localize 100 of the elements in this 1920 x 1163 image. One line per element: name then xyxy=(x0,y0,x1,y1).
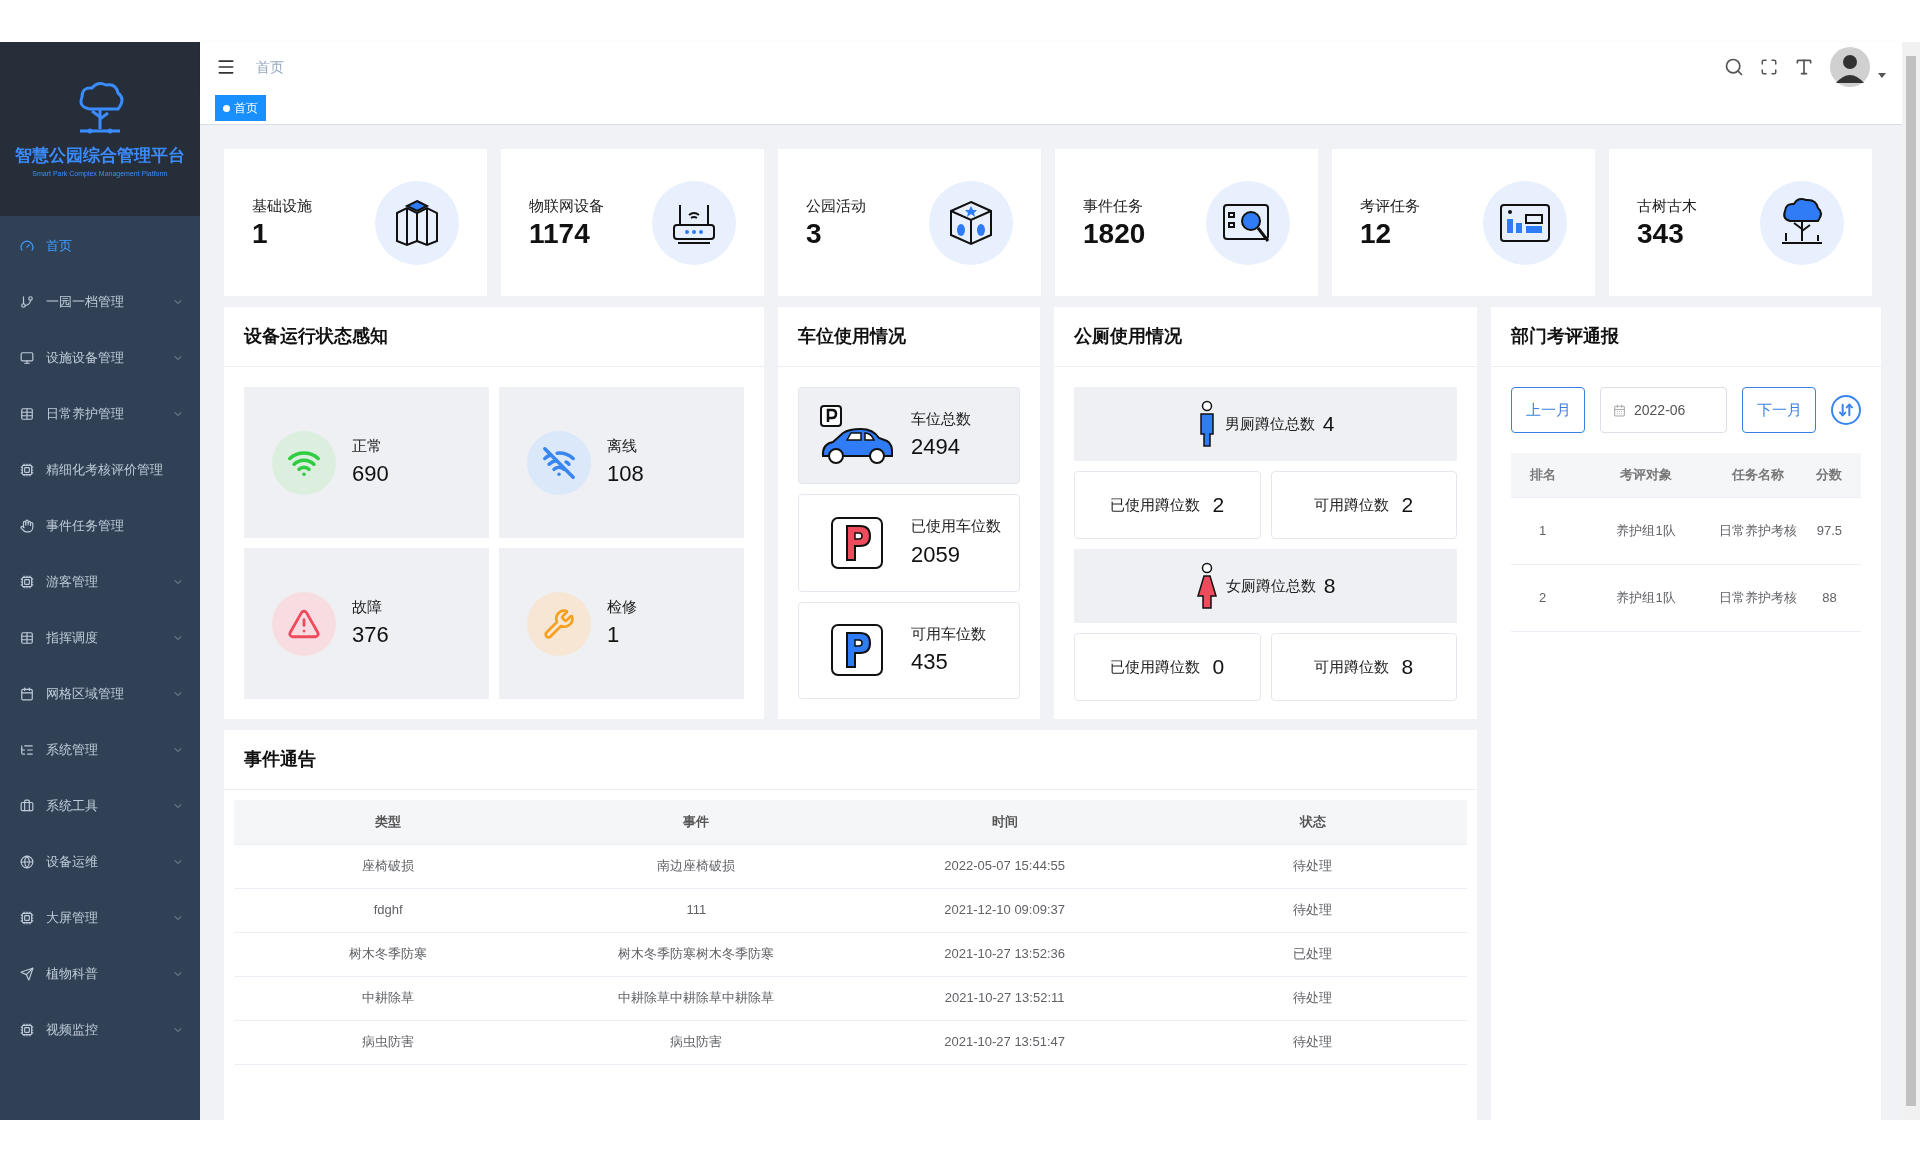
menu-item[interactable]: 视频监控 xyxy=(0,1002,200,1058)
parking-label: 已使用车位数 xyxy=(911,516,1001,537)
menu-label: 首页 xyxy=(46,237,73,256)
menu-label: 游客管理 xyxy=(46,573,99,592)
avatar-icon[interactable] xyxy=(1830,47,1870,87)
stat-value: 1820 xyxy=(1083,217,1147,250)
status-label: 正常 xyxy=(352,435,383,456)
stat-label: 基础设施 xyxy=(252,196,313,217)
table-cell: 2 xyxy=(1511,564,1575,631)
menu-label: 一园一档管理 xyxy=(46,293,125,312)
parking-value: 435 xyxy=(911,648,949,677)
sort-icon[interactable] xyxy=(1831,395,1861,425)
column-header: 分数 xyxy=(1797,453,1861,497)
panel-title: 部门考评通报 xyxy=(1511,325,1619,348)
table-cell: 中耕除草 xyxy=(234,976,543,1020)
menu-item[interactable]: 一园一档管理 xyxy=(0,274,200,330)
table-cell: fdghf xyxy=(234,888,543,932)
fullscreen-icon[interactable] xyxy=(1760,58,1778,76)
toilet-label: 男厕蹲位总数 xyxy=(1224,413,1315,434)
toilet-value: 4 xyxy=(1322,411,1335,438)
menu-item[interactable]: 首页 xyxy=(0,218,200,274)
status-value: 376 xyxy=(352,621,389,650)
parking-label: 可用车位数 xyxy=(911,623,986,644)
table-cell: 日常养护考核 xyxy=(1717,497,1798,564)
font-size-icon[interactable] xyxy=(1794,57,1814,77)
column-header: 排名 xyxy=(1511,453,1575,497)
menu-item[interactable]: 植物科普 xyxy=(0,946,200,1002)
table-cell: 1 xyxy=(1511,497,1575,564)
table-cell: 南边座椅破损 xyxy=(542,844,851,888)
toilet-label: 已使用蹲位数 xyxy=(1110,656,1201,677)
wifi-off-icon xyxy=(542,445,576,480)
stat-value: 1 xyxy=(252,217,269,250)
table-cell: 树木冬季防寒 xyxy=(234,932,543,976)
column-header: 事件 xyxy=(542,800,851,844)
menu-item[interactable]: 系统工具 xyxy=(0,778,200,834)
column-header: 状态 xyxy=(1158,800,1467,844)
previous-month-button[interactable]: 上一月 xyxy=(1511,387,1585,433)
calendar-icon xyxy=(1613,403,1626,417)
status-label: 故障 xyxy=(352,596,383,617)
toilet-value: 2 xyxy=(1212,492,1225,519)
toilet-value: 8 xyxy=(1323,573,1336,600)
menu-label: 系统工具 xyxy=(46,797,99,816)
menu-item[interactable]: 日常养护管理 xyxy=(0,386,200,442)
toilet-value: 0 xyxy=(1212,654,1225,681)
month-picker[interactable]: 2022-06 xyxy=(1600,387,1727,433)
caret-icon[interactable] xyxy=(1878,72,1886,78)
menu-item[interactable]: 游客管理 xyxy=(0,554,200,610)
logo-title: 智慧公园综合管理平台 xyxy=(15,145,185,167)
parking-value: 2059 xyxy=(911,540,961,569)
table-cell: 座椅破损 xyxy=(234,844,543,888)
panel-title: 车位使用情况 xyxy=(798,325,906,348)
menu-label: 植物科普 xyxy=(46,965,99,984)
panel-title: 公厕使用情况 xyxy=(1074,325,1182,348)
table-cell: 中耕除草中耕除草中耕除草 xyxy=(542,976,851,1020)
status-label: 离线 xyxy=(607,435,638,456)
menu-item[interactable]: 大屏管理 xyxy=(0,890,200,946)
menu-label: 事件任务管理 xyxy=(46,517,125,536)
table-cell: 病虫防害 xyxy=(542,1020,851,1064)
scrollbar[interactable] xyxy=(1902,42,1920,1120)
table-cell: 2021-10-27 13:52:36 xyxy=(850,932,1159,976)
menu-item[interactable]: 设施设备管理 xyxy=(0,330,200,386)
table-cell: 已处理 xyxy=(1158,932,1467,976)
status-value: 108 xyxy=(607,460,644,489)
stat-label: 事件任务 xyxy=(1083,196,1144,217)
toilet-value: 2 xyxy=(1401,492,1414,519)
column-header: 时间 xyxy=(850,800,1159,844)
table-cell: 2022-05-07 15:44:55 xyxy=(850,844,1159,888)
menu-item[interactable]: 设备运维 xyxy=(0,834,200,890)
next-month-button[interactable]: 下一月 xyxy=(1742,387,1816,433)
menu-label: 设备运维 xyxy=(46,853,99,872)
parking-value: 2494 xyxy=(911,433,961,462)
wrench-icon xyxy=(543,607,575,640)
menu-item[interactable]: 系统管理 xyxy=(0,722,200,778)
table-cell: 2021-10-27 13:51:47 xyxy=(850,1020,1159,1064)
stat-label: 考评任务 xyxy=(1360,196,1421,217)
parking-sign-icon xyxy=(830,623,884,678)
table-cell: 树木冬季防寒树木冬季防寒 xyxy=(542,932,851,976)
toilet-label: 已使用蹲位数 xyxy=(1110,494,1201,515)
menu-label: 精细化考核评价管理 xyxy=(46,461,164,480)
table-cell: 待处理 xyxy=(1158,844,1467,888)
menu-label: 日常养护管理 xyxy=(46,405,125,424)
table-cell: 2021-10-27 13:52:11 xyxy=(850,976,1159,1020)
menu-item[interactable]: 事件任务管理 xyxy=(0,498,200,554)
menu-item[interactable]: 指挥调度 xyxy=(0,610,200,666)
menu-item[interactable]: 网格区域管理 xyxy=(0,666,200,722)
table-cell: 养护组1队 xyxy=(1574,564,1718,631)
parking-label: 车位总数 xyxy=(911,408,971,429)
menu-label: 大屏管理 xyxy=(46,909,99,928)
column-header: 考评对象 xyxy=(1574,453,1718,497)
parking-sign-icon xyxy=(830,516,884,570)
search-icon[interactable] xyxy=(1724,57,1744,77)
panel-title: 设备运行状态感知 xyxy=(244,325,388,348)
column-header: 类型 xyxy=(234,800,543,844)
stat-value: 343 xyxy=(1637,217,1685,250)
table-cell: 97.5 xyxy=(1797,497,1861,564)
toilet-label: 女厕蹲位总数 xyxy=(1225,575,1316,596)
status-value: 1 xyxy=(607,621,621,650)
menu-item[interactable]: 精细化考核评价管理 xyxy=(0,442,200,498)
menu-label: 系统管理 xyxy=(46,741,99,760)
table-cell: 待处理 xyxy=(1158,1020,1467,1064)
